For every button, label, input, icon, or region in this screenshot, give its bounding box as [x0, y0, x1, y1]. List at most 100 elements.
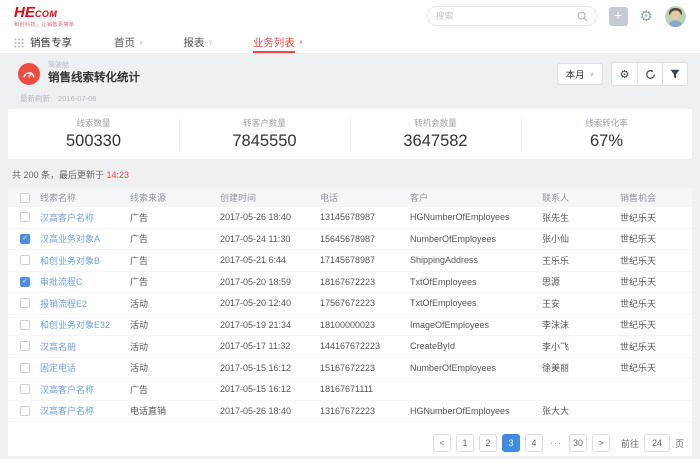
search-input[interactable]: [436, 11, 577, 21]
lead-name-link[interactable]: 审批流程C: [40, 277, 83, 287]
search-box[interactable]: [427, 6, 597, 26]
lead-name-link[interactable]: 汉高客户名称: [40, 213, 94, 223]
row-checkbox[interactable]: ✓: [20, 234, 30, 244]
table-row: 汉高名册活动2017-05-17 11:32144167672223Create…: [8, 336, 692, 358]
filter-button[interactable]: [662, 63, 687, 85]
opportunity-cell: 世纪乐天: [620, 340, 692, 353]
table-body: 汉高客户名称广告2017-05-26 18:4013145678987HGNum…: [8, 207, 692, 422]
settings-button[interactable]: ⚙: [612, 63, 637, 85]
source-cell: 活动: [130, 361, 220, 374]
refresh-label: 最新刷新: [20, 94, 50, 103]
source-cell: 活动: [130, 340, 220, 353]
lead-name-cell: 和创业务对象B: [40, 254, 130, 267]
stats-card: 线索数量500330转客户数量7845550转机会数量3647582线索转化率6…: [8, 109, 692, 159]
row-checkbox[interactable]: ✓: [20, 277, 30, 287]
page-button-3[interactable]: 3: [502, 434, 520, 452]
source-cell: 广告: [130, 275, 220, 288]
refresh-button[interactable]: [637, 63, 662, 85]
search-icon: [577, 11, 588, 22]
created-cell: 2017-05-20 18:59: [220, 277, 320, 287]
lead-name-link[interactable]: 和创业务对象E32: [40, 320, 110, 330]
table-row: 固定电话活动2017-05-15 16:1215167672223NumberO…: [8, 358, 692, 380]
lead-name-link[interactable]: 和创业务对象B: [40, 256, 100, 266]
select-all-checkbox[interactable]: [20, 193, 30, 203]
next-page-button[interactable]: >: [592, 434, 610, 452]
avatar[interactable]: [665, 6, 686, 27]
app-switcher[interactable]: 销售专享: [14, 35, 72, 50]
tab-报表[interactable]: 报表∨: [183, 32, 212, 53]
created-cell: 2017-05-26 18:40: [220, 212, 320, 222]
row-checkbox[interactable]: [20, 212, 30, 222]
row-checkbox[interactable]: [20, 384, 30, 394]
checkbox-cell: [8, 384, 40, 394]
phone-cell: 17567672223: [320, 298, 410, 308]
row-checkbox[interactable]: [20, 320, 30, 330]
col-header-contact: 联系人: [542, 191, 620, 204]
contact-cell: 张小仙: [542, 232, 620, 245]
customer-cell: NumberOfEmployees: [410, 363, 542, 373]
goto-page-input[interactable]: [644, 434, 670, 452]
page-button-30[interactable]: 30: [569, 434, 587, 452]
checkbox-cell: [8, 298, 40, 308]
stat-cell: 线索数量500330: [8, 109, 179, 159]
summary-line: 共 200 条，最后更新于 14:23: [8, 159, 692, 188]
lead-name-link[interactable]: 固定电话: [40, 363, 76, 373]
tab-业务列表[interactable]: 业务列表∧: [253, 32, 303, 53]
lead-name-cell: 汉高客户名称: [40, 211, 130, 224]
phone-cell: 13167672223: [320, 406, 410, 416]
tab-首页[interactable]: 首页∨: [114, 32, 143, 53]
checkbox-cell: [8, 363, 40, 373]
logo-secondary: COM: [35, 9, 58, 19]
source-cell: 活动: [130, 297, 220, 310]
content: 驾驶舱 销售线索转化统计 本月 ∨ ⚙: [0, 54, 700, 456]
source-cell: 广告: [130, 254, 220, 267]
add-button[interactable]: +: [609, 7, 628, 26]
period-dropdown[interactable]: 本月 ∨: [557, 63, 603, 85]
table-row: 汉高客户名称电话直销2017-05-26 18:4013167672223HGN…: [8, 401, 692, 423]
source-cell: 广告: [130, 383, 220, 396]
stat-value: 3647582: [403, 132, 467, 151]
chevron-down-icon: ∨: [139, 39, 143, 46]
chevron-down-icon: ∨: [590, 71, 594, 78]
lead-name-link[interactable]: 汉高名册: [40, 342, 76, 352]
pagination: <1234···30>前往页: [8, 422, 692, 452]
dashboard-icon: [18, 63, 40, 85]
page-button-4[interactable]: 4: [525, 434, 543, 452]
logo-tagline: 和创科技，让销售更简单: [14, 23, 75, 28]
col-header-created: 创建时间: [220, 191, 320, 204]
source-cell: 电话直销: [130, 404, 220, 417]
checkbox-cell: [8, 341, 40, 351]
source-cell: 广告: [130, 232, 220, 245]
col-header-customer: 客户: [410, 191, 542, 204]
filter-icon: [670, 69, 680, 79]
page-button-2[interactable]: 2: [479, 434, 497, 452]
lead-name-link[interactable]: 汉高客户名称: [40, 385, 94, 395]
table-row: 和创业务对象E32活动2017-05-19 21:3418100000023Im…: [8, 315, 692, 337]
top-header: HECOM 和创科技，让销售更简单 + ⚙: [0, 0, 700, 32]
stat-value: 500330: [66, 132, 121, 151]
lead-name-link[interactable]: 汉高客户名称: [40, 406, 94, 416]
period-label: 本月: [566, 67, 585, 81]
row-checkbox[interactable]: [20, 341, 30, 351]
goto-label: 前往: [621, 437, 639, 450]
table-row: 汉高客户名称广告2017-05-15 16:1218167671111: [8, 379, 692, 401]
prev-page-button[interactable]: <: [433, 434, 451, 452]
row-checkbox[interactable]: [20, 298, 30, 308]
stat-value: 7845550: [232, 132, 296, 151]
page-button-1[interactable]: 1: [456, 434, 474, 452]
page-title: 销售线索转化统计: [48, 71, 140, 85]
row-checkbox[interactable]: [20, 255, 30, 265]
row-checkbox[interactable]: [20, 406, 30, 416]
lead-name-link[interactable]: 汉高业务对象A: [40, 234, 100, 244]
chevron-up-icon: ∧: [299, 39, 303, 46]
gear-icon[interactable]: ⚙: [640, 9, 653, 24]
contact-cell: 王乐乐: [542, 254, 620, 267]
customer-cell: ImageOfEmployees: [410, 320, 542, 330]
stat-value: 67%: [590, 132, 623, 151]
refresh-date: 2016-07-06: [58, 94, 96, 103]
lead-name-link[interactable]: 报销流程E2: [40, 299, 87, 309]
row-checkbox[interactable]: [20, 363, 30, 373]
opportunity-cell: 世纪乐天: [620, 275, 692, 288]
stat-cell: 转客户数量7845550: [179, 109, 350, 159]
checkbox-cell: ✓: [8, 234, 40, 244]
